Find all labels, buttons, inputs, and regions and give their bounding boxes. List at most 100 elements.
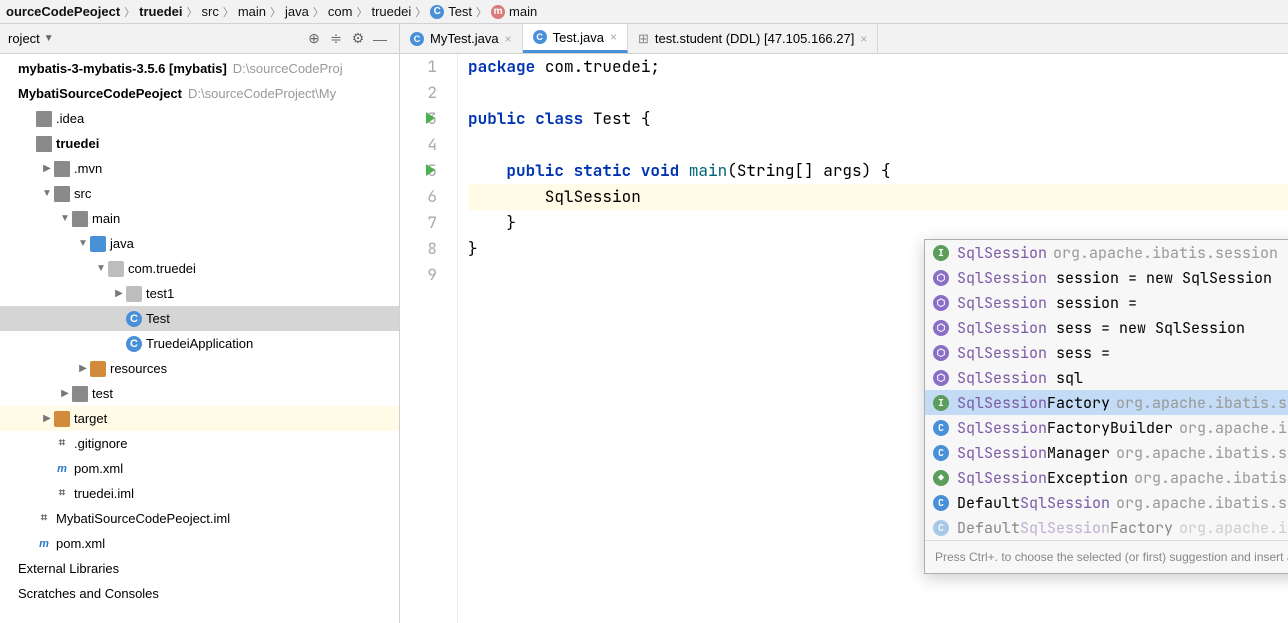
gutter-line: 9 xyxy=(400,262,437,288)
completion-item[interactable]: ⬡SqlSession sess = new SqlSessiontabnine xyxy=(925,315,1288,340)
tree-item[interactable]: ⌗truedei.iml xyxy=(0,481,399,506)
hide-icon[interactable]: — xyxy=(369,28,391,50)
tree-item[interactable]: .idea xyxy=(0,106,399,131)
tree-item[interactable]: ▼main xyxy=(0,206,399,231)
tree-item[interactable]: ▶ .mvn xyxy=(0,156,399,181)
tree-item[interactable]: mybatis-3-mybatis-3.5.6 [mybatis]D:\sour… xyxy=(0,56,399,81)
chevron-right-icon: 〉 xyxy=(187,4,198,20)
completion-text: SqlSession sess = new SqlSession xyxy=(957,318,1288,338)
run-icon[interactable] xyxy=(426,164,435,176)
gear-icon[interactable]: ⚙ xyxy=(347,28,369,50)
tab-label: Test.java xyxy=(553,30,604,45)
breadcrumb-item[interactable]: src xyxy=(202,4,219,19)
completion-kind-icon: ⬡ xyxy=(933,295,949,311)
completion-item[interactable]: CSqlSessionManagerorg.apache.ibatis.sess… xyxy=(925,440,1288,465)
folder-icon xyxy=(54,186,70,202)
breadcrumb-item[interactable]: truedei xyxy=(371,4,411,19)
completion-item[interactable]: ISqlSessionorg.apache.ibatis.session xyxy=(925,240,1288,265)
tree-item[interactable]: CTest xyxy=(0,306,399,331)
tree-twisty-icon[interactable]: ▶ xyxy=(40,163,54,174)
tree-item[interactable]: Scratches and Consoles xyxy=(0,581,399,606)
gutter-line: 4 xyxy=(400,132,437,158)
tree-twisty-icon[interactable]: ▼ xyxy=(40,188,54,199)
gutter-line: 5 xyxy=(400,158,437,184)
breadcrumb-item[interactable]: java xyxy=(285,4,309,19)
tree-twisty-icon[interactable]: ▼ xyxy=(76,238,90,249)
tree-item[interactable]: ▶resources xyxy=(0,356,399,381)
gutter-line: 2 xyxy=(400,80,437,106)
class-icon: C xyxy=(430,5,444,19)
editor-tab[interactable]: ⊞test.student (DDL) [47.105.166.27]× xyxy=(628,24,878,53)
mfile-icon: m xyxy=(54,461,70,477)
tree-twisty-icon[interactable]: ▶ xyxy=(40,413,54,424)
code-line[interactable]: package com.truedei; xyxy=(468,54,1288,80)
breadcrumb-item[interactable]: ourceCodePeoject xyxy=(6,4,120,19)
locate-icon[interactable]: ⊕ xyxy=(303,28,325,50)
completion-item[interactable]: ⬡SqlSession sess =tabnine xyxy=(925,340,1288,365)
code-line[interactable]: SqlSession xyxy=(468,184,1288,210)
breadcrumb-item[interactable]: main xyxy=(238,4,266,19)
completion-item[interactable]: ⬡SqlSession session =tabnine xyxy=(925,290,1288,315)
tree-twisty-icon[interactable]: ▼ xyxy=(94,263,108,274)
tree-item[interactable]: MybatiSourceCodePeojectD:\sourceCodeProj… xyxy=(0,81,399,106)
tree-item[interactable]: CTruedeiApplication xyxy=(0,331,399,356)
tree-label: pom.xml xyxy=(56,536,105,551)
tree-twisty-icon[interactable]: ▼ xyxy=(58,213,72,224)
editor-tab[interactable]: CMyTest.java× xyxy=(400,24,523,53)
tree-item[interactable]: ⌗MybatiSourceCodePeoject.iml xyxy=(0,506,399,531)
tree-item[interactable]: ▶target xyxy=(0,406,399,431)
completion-item[interactable]: ⬡SqlSession sqltabnine xyxy=(925,365,1288,390)
tree-label: com.truedei xyxy=(128,261,196,276)
code-line[interactable] xyxy=(468,80,1288,106)
tree-item[interactable]: truedei xyxy=(0,131,399,156)
tree-item[interactable]: mpom.xml xyxy=(0,531,399,556)
tree-item[interactable]: ▼java xyxy=(0,231,399,256)
breadcrumb-item[interactable]: truedei xyxy=(139,4,182,19)
completion-item[interactable]: CSqlSessionFactoryBuilderorg.apache.ibat… xyxy=(925,415,1288,440)
method-icon: m xyxy=(491,5,505,19)
run-icon[interactable] xyxy=(426,112,435,124)
completion-text: SqlSession session = xyxy=(957,293,1288,313)
tree-label: truedei xyxy=(56,136,99,151)
chevron-down-icon[interactable]: ▼ xyxy=(44,33,54,44)
completion-item[interactable]: ISqlSessionFactoryorg.apache.ibatis.sess… xyxy=(925,390,1288,415)
completion-item[interactable]: CDefaultSqlSessionorg.apache.ibatis.sess… xyxy=(925,490,1288,515)
completion-item[interactable]: ⬡SqlSession session = new SqlSessiontabn… xyxy=(925,265,1288,290)
tree-label: .idea xyxy=(56,111,84,126)
code-line[interactable] xyxy=(468,132,1288,158)
breadcrumb-item[interactable]: main xyxy=(509,4,537,19)
folder-icon xyxy=(72,211,88,227)
code-line[interactable]: } xyxy=(468,210,1288,236)
tree-twisty-icon[interactable]: ▶ xyxy=(76,363,90,374)
project-tree[interactable]: mybatis-3-mybatis-3.5.6 [mybatis]D:\sour… xyxy=(0,54,399,623)
completion-item[interactable]: ◆SqlSessionExceptionorg.apache.ibatis.se… xyxy=(925,465,1288,490)
close-icon[interactable]: × xyxy=(505,32,512,46)
completion-kind-icon: C xyxy=(933,420,949,436)
chevron-right-icon: 〉 xyxy=(415,4,426,20)
tree-label: .mvn xyxy=(74,161,102,176)
completion-popup[interactable]: ISqlSessionorg.apache.ibatis.session⬡Sql… xyxy=(924,239,1288,574)
tree-item[interactable]: ⌗.gitignore xyxy=(0,431,399,456)
code-line[interactable]: public class Test { xyxy=(468,106,1288,132)
tree-item[interactable]: mpom.xml xyxy=(0,456,399,481)
tree-twisty-icon[interactable]: ▶ xyxy=(112,288,126,299)
tree-item[interactable]: ▼ com.truedei xyxy=(0,256,399,281)
tree-item[interactable]: ▶test1 xyxy=(0,281,399,306)
tree-item[interactable]: ▶test xyxy=(0,381,399,406)
collapse-icon[interactable]: ≑ xyxy=(325,28,347,50)
folder-icon xyxy=(36,136,52,152)
close-icon[interactable]: × xyxy=(860,32,867,46)
breadcrumb: ourceCodePeoject〉truedei〉src〉main〉java〉c… xyxy=(0,0,1288,24)
breadcrumb-item[interactable]: Test xyxy=(448,4,472,19)
class-icon: C xyxy=(410,32,424,46)
tree-item[interactable]: ▼src xyxy=(0,181,399,206)
editor-tab[interactable]: CTest.java× xyxy=(523,24,628,53)
tree-item[interactable]: External Libraries xyxy=(0,556,399,581)
completion-text: SqlSessionManagerorg.apache.ibatis.sessi… xyxy=(957,443,1288,463)
tree-twisty-icon[interactable]: ▶ xyxy=(58,388,72,399)
breadcrumb-item[interactable]: com xyxy=(328,4,353,19)
completion-item[interactable]: CDefaultSqlSessionFactoryorg.apache.ibat… xyxy=(925,515,1288,540)
folder-or-icon xyxy=(90,361,106,377)
code-line[interactable]: public static void main(String[] args) { xyxy=(468,158,1288,184)
close-icon[interactable]: × xyxy=(610,30,617,44)
